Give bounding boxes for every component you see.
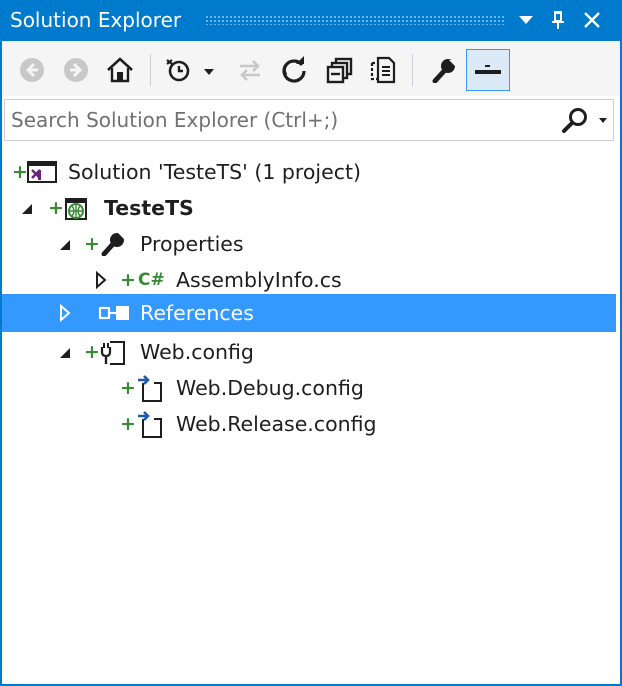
forward-icon — [64, 58, 88, 82]
title-bar[interactable]: Solution Explorer — [0, 0, 622, 41]
tree-item-properties[interactable]: + Properties — [2, 226, 616, 262]
title-drag-grip[interactable] — [205, 15, 505, 25]
back-icon — [20, 58, 44, 82]
added-plus-icon: + — [120, 269, 136, 291]
preview-selected-items-button[interactable] — [466, 49, 510, 91]
tree-item-assemblyinfo[interactable]: + C# AssemblyInfo.cs — [2, 262, 616, 298]
expanded-arrow-icon[interactable] — [58, 238, 72, 252]
refresh-icon — [282, 56, 306, 83]
tree-item-solution[interactable]: + Solution 'TesteTS' (1 project) — [2, 154, 616, 190]
sync-with-active-document-button[interactable] — [230, 50, 270, 90]
config-file-icon — [100, 341, 125, 365]
wrench-icon — [101, 233, 125, 256]
pin-button[interactable] — [544, 6, 572, 34]
added-plus-icon: + — [84, 233, 100, 255]
toolbar-separator — [412, 54, 413, 86]
tree-item-label: AssemblyInfo.cs — [176, 268, 342, 292]
window-title: Solution Explorer — [10, 8, 182, 32]
forward-button[interactable] — [56, 50, 96, 90]
tree-item-label: Web.config — [140, 340, 254, 364]
sync-with-active-document-icon — [240, 60, 260, 81]
collapse-all-button[interactable] — [320, 50, 360, 90]
expanded-arrow-icon[interactable] — [58, 346, 72, 360]
web-project-icon — [65, 198, 87, 220]
search-input[interactable] — [11, 106, 551, 134]
wrench-icon — [432, 59, 455, 83]
transform-config-icon — [138, 411, 162, 438]
collapse-all-icon — [326, 57, 353, 84]
pending-changes-filter-icon — [166, 59, 214, 82]
refresh-button[interactable] — [274, 50, 314, 90]
search-icon — [562, 108, 607, 133]
chevron-down-icon — [519, 16, 533, 24]
show-all-files-icon — [370, 56, 396, 84]
search-box[interactable] — [4, 99, 614, 141]
toolbar-separator — [150, 54, 151, 86]
csharp-file-icon: C# — [138, 270, 165, 290]
expanded-arrow-icon[interactable] — [20, 202, 34, 216]
transform-config-icon — [138, 375, 162, 402]
pending-changes-filter-button[interactable] — [162, 50, 222, 90]
tree-item-label: References — [140, 301, 254, 325]
tree-item-webdebug[interactable]: + Web.Debug.config — [2, 370, 616, 406]
tree-item-label: Properties — [140, 232, 244, 256]
tree-item-webconfig[interactable]: + Web.config — [2, 334, 616, 370]
home-icon — [107, 57, 133, 83]
home-button[interactable] — [100, 50, 140, 90]
references-icon — [98, 306, 129, 320]
properties-button[interactable] — [424, 50, 464, 90]
tree-item-references[interactable]: References — [2, 294, 616, 332]
back-button[interactable] — [12, 50, 52, 90]
close-icon — [584, 12, 600, 28]
show-all-files-button[interactable] — [364, 50, 404, 90]
collapsed-arrow-icon[interactable] — [58, 304, 72, 322]
tree-item-label: Solution 'TesteTS' (1 project) — [68, 160, 362, 184]
close-button[interactable] — [578, 6, 606, 34]
pin-icon — [552, 11, 564, 29]
svg-text:C#: C# — [138, 270, 165, 290]
tree-item-webrelease[interactable]: + Web.Release.config — [2, 406, 616, 442]
toolbar — [2, 41, 620, 96]
preview-selected-items-icon — [475, 65, 501, 74]
collapsed-arrow-icon[interactable] — [94, 271, 108, 289]
solution-icon — [27, 161, 57, 183]
tree-item-label: Web.Debug.config — [176, 376, 364, 400]
tree-item-label: TesteTS — [104, 196, 194, 220]
tree-item-project[interactable]: + TesteTS — [2, 190, 616, 226]
tree-item-label: Web.Release.config — [176, 412, 377, 436]
search-options-button[interactable] — [561, 107, 613, 137]
chevron-down-icon — [599, 118, 607, 123]
window-position-dropdown-button[interactable] — [512, 6, 540, 34]
